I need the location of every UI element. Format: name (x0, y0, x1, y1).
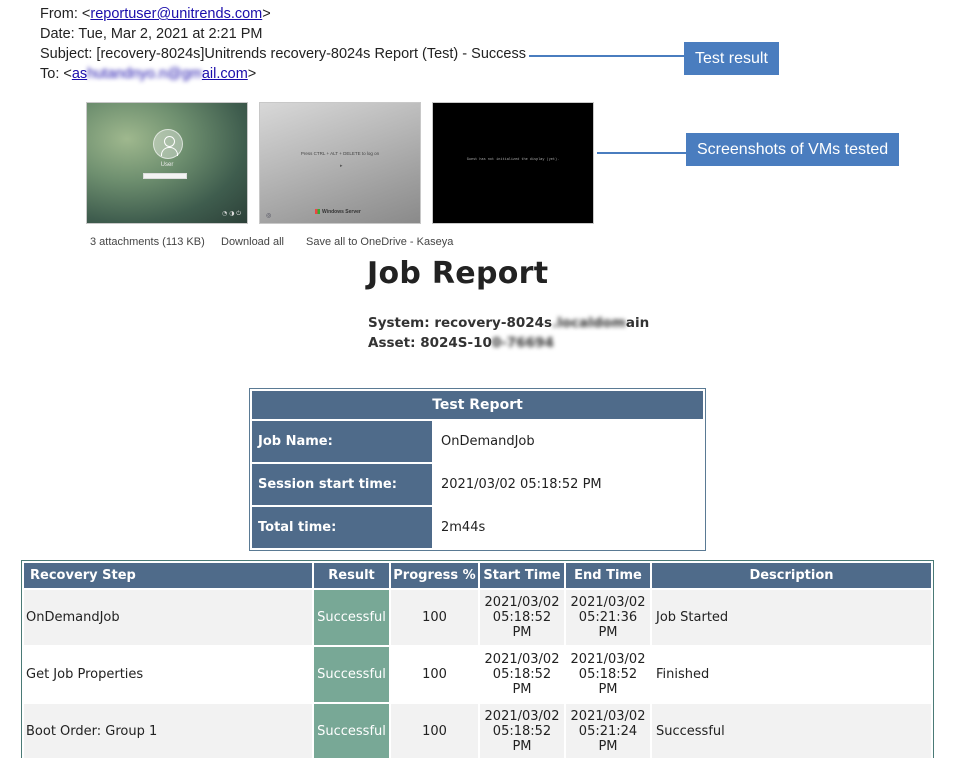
step-name: OnDemandJob (24, 590, 312, 645)
thumb-password-box (143, 173, 187, 179)
col-description: Description (652, 563, 931, 588)
job-name-value: OnDemandJob (441, 434, 535, 449)
session-start-label: Session start time: (252, 464, 432, 505)
to-address-start: as (71, 66, 88, 82)
job-name-label: Job Name: (252, 421, 432, 462)
step-start-time: 2021/03/02 05:18:52 PM (480, 647, 564, 702)
total-time-label: Total time: (252, 507, 432, 548)
step-description: Successful (652, 704, 931, 758)
to-address-end: ail.com (201, 66, 248, 82)
vm-screenshot-ctrl-alt-del[interactable]: Press CTRL + ALT + DELETE to log on ▸ Wi… (259, 102, 421, 224)
step-progress: 100 (391, 647, 478, 702)
callout-screenshots: Screenshots of VMs tested (686, 133, 900, 166)
step-description: Job Started (652, 590, 931, 645)
test-result-leader-line (529, 55, 685, 57)
cursor-icon: ▸ (340, 163, 343, 169)
col-start-time: Start Time (480, 563, 564, 588)
step-name: Boot Order: Group 1 (24, 704, 312, 758)
windows-server-logo: Windows Server (315, 209, 361, 215)
email-from: From: <reportuser@unitrends.com> (40, 4, 271, 24)
col-end-time: End Time (566, 563, 650, 588)
step-progress: 100 (391, 590, 478, 645)
attachments-count: 3 attachments (113 KB) (90, 236, 205, 248)
system-redacted: .localdom (552, 315, 626, 331)
step-result: Successful (314, 647, 389, 702)
total-time-value: 2m44s (441, 520, 486, 535)
to-address-link[interactable]: ashutandnyo.n@gmail.com (72, 66, 248, 82)
step-description: Finished (652, 647, 931, 702)
thumb-boot-message: Guest has not initialized the display (y… (466, 158, 560, 162)
recovery-steps-table: Recovery Step Result Progress % Start Ti… (21, 560, 934, 758)
step-end-time: 2021/03/02 05:21:24 PM (566, 704, 650, 758)
asset-line: Asset: 8024S-100-76694 (368, 335, 554, 351)
user-avatar-icon (153, 129, 183, 159)
from-address-link[interactable]: reportuser@unitrends.com (90, 6, 262, 22)
step-result: Successful (314, 704, 389, 758)
col-progress: Progress % (391, 563, 478, 588)
email-subject: Subject: [recovery-8024s]Unitrends recov… (40, 46, 526, 62)
table-row: OnDemandJob Successful 100 2021/03/02 05:… (24, 590, 931, 645)
step-name: Get Job Properties (24, 647, 312, 702)
download-all-link[interactable]: Download all (221, 236, 284, 248)
to-address-redacted: hutandnyo.n@gm (87, 66, 202, 82)
thumb-power-icons: ◔ ◑ ⏻ (221, 210, 241, 217)
from-label: From: < (40, 6, 91, 22)
system-end: ain (625, 315, 650, 331)
step-progress: 100 (391, 704, 478, 758)
system-label: System: recovery-8024s (368, 315, 553, 331)
save-to-onedrive-link[interactable]: Save all to OneDrive - Kaseya (306, 236, 453, 248)
table-row: Total time: 2m44s (252, 507, 703, 548)
step-start-time: 2021/03/02 05:18:52 PM (480, 590, 564, 645)
screenshots-leader-line (597, 152, 687, 154)
table-row: Job Name: OnDemandJob (252, 421, 703, 462)
from-close: > (262, 6, 271, 22)
table-row: Boot Order: Group 1 Successful 100 2021/… (24, 704, 931, 758)
step-start-time: 2021/03/02 05:18:52 PM (480, 704, 564, 758)
col-result: Result (314, 563, 389, 588)
system-line: System: recovery-8024s.localdomain (368, 315, 649, 331)
thumb-user-label: User (160, 162, 174, 168)
to-label: To: < (40, 66, 72, 82)
table-row: Get Job Properties Successful 100 2021/0… (24, 647, 931, 702)
vm-screenshot-login[interactable]: User ◔ ◑ ⏻ (86, 102, 248, 224)
callout-test-result: Test result (684, 42, 779, 75)
accessibility-icon: ◎ (266, 212, 272, 219)
step-result: Successful (314, 590, 389, 645)
test-report-heading: Test Report (252, 391, 703, 419)
session-start-value: 2021/03/02 05:18:52 PM (441, 477, 602, 492)
email-date: Date: Tue, Mar 2, 2021 at 2:21 PM (40, 26, 263, 42)
to-close: > (247, 66, 257, 82)
col-recovery-step: Recovery Step (24, 563, 312, 588)
table-row: Session start time: 2021/03/02 05:18:52 … (252, 464, 703, 505)
test-report-table: Test Report Job Name: OnDemandJob Sessio… (249, 388, 706, 551)
email-to: To: <ashutandnyo.n@gmail.com> (40, 64, 256, 84)
step-end-time: 2021/03/02 05:18:52 PM (566, 647, 650, 702)
asset-redacted: 0-76694 (491, 335, 554, 351)
vm-screenshot-black[interactable]: Guest has not initialized the display (y… (432, 102, 594, 224)
thumb-ctrl-alt-del-text: Press CTRL + ALT + DELETE to log on (300, 151, 380, 156)
asset-label: Asset: 8024S-10 (368, 335, 492, 351)
step-end-time: 2021/03/02 05:21:36 PM (566, 590, 650, 645)
page-title: Job Report (367, 256, 549, 291)
